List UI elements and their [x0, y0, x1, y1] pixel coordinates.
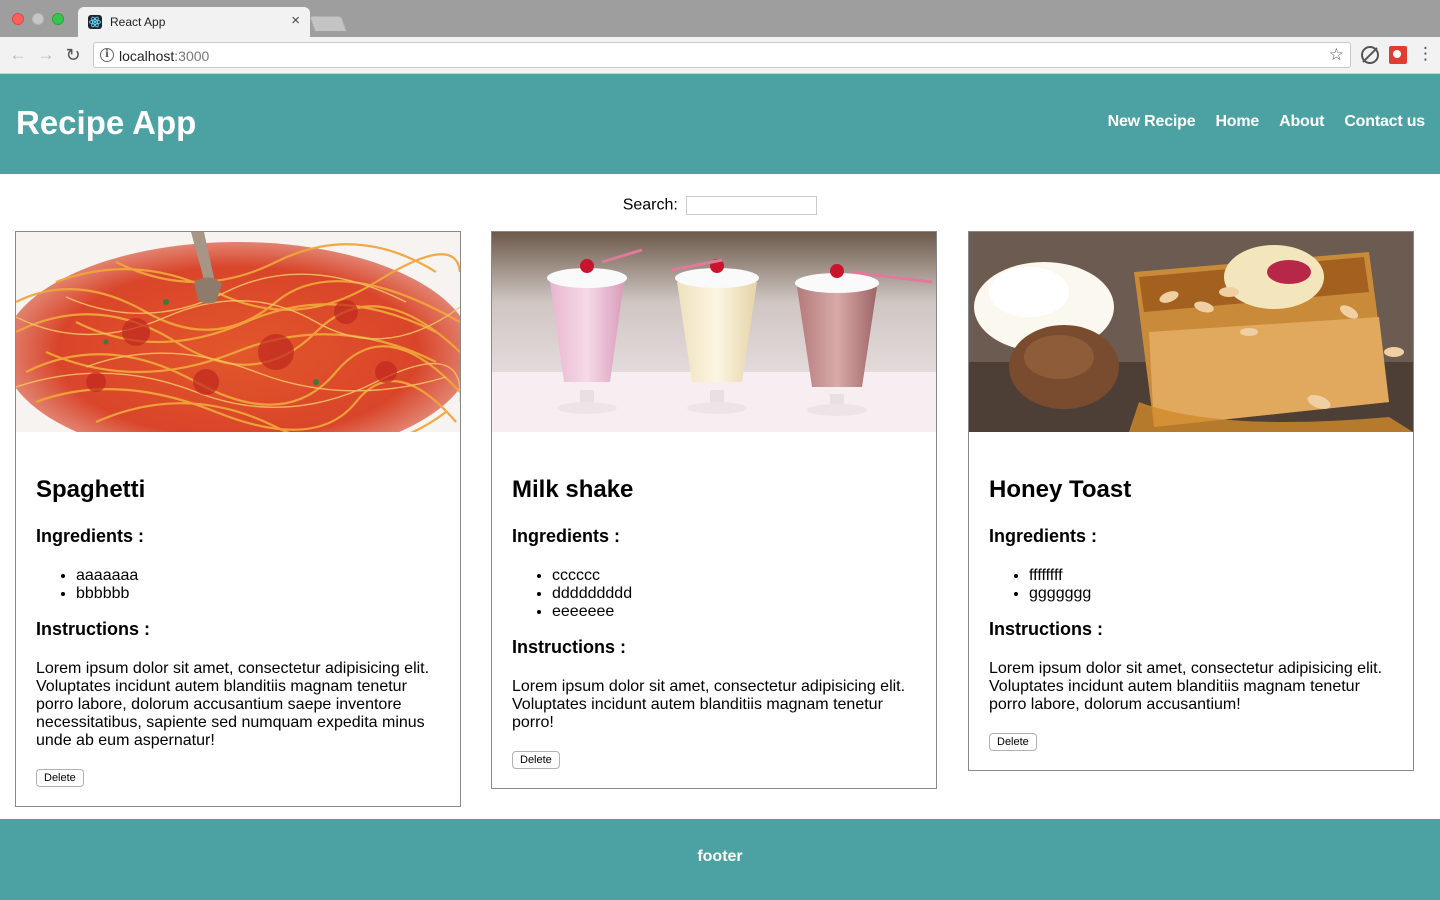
nav-about[interactable]: About: [1279, 113, 1324, 131]
browser-tabstrip: React App ×: [0, 0, 1440, 37]
recipe-title: Spaghetti: [36, 476, 146, 503]
minimize-window-button[interactable]: [32, 13, 44, 25]
recipe-title: Milk shake: [512, 476, 634, 503]
forward-arrow-icon[interactable]: →: [36, 45, 56, 65]
tab-title: React App: [110, 15, 166, 29]
ingredient-item: cccccc: [552, 567, 916, 585]
close-window-button[interactable]: [12, 13, 24, 25]
spaghetti-image: [16, 232, 460, 432]
ingredient-item: ddddddddd: [552, 585, 916, 603]
back-arrow-icon[interactable]: ←: [8, 45, 28, 65]
app-footer: footer: [0, 819, 1440, 900]
nav-home[interactable]: Home: [1215, 113, 1259, 131]
delete-button[interactable]: Delete: [36, 769, 84, 787]
ingredients-heading: Ingredients :: [989, 526, 1098, 546]
instructions-heading: Instructions :: [36, 619, 151, 639]
close-tab-icon[interactable]: ×: [291, 13, 300, 29]
reload-icon[interactable]: ↻: [63, 45, 83, 65]
extension-blocked-icon[interactable]: [1361, 46, 1379, 64]
ingredient-item: aaaaaaa: [76, 567, 440, 585]
address-bar[interactable]: i localhost:3000 ☆: [93, 42, 1351, 68]
maximize-window-button[interactable]: [52, 13, 64, 25]
card-body: Spaghetti Ingredients : aaaaaaa bbbbbb I…: [16, 432, 460, 806]
recipe-title: Honey Toast: [989, 476, 1132, 503]
ingredients-list: ffffffff ggggggg: [1029, 567, 1393, 603]
footer-text: footer: [697, 848, 743, 865]
recipe-card: Milk shake Ingredients : cccccc dddddddd…: [491, 231, 937, 789]
recipe-card: Spaghetti Ingredients : aaaaaaa bbbbbb I…: [15, 231, 461, 807]
ingredient-item: eeeeeee: [552, 603, 916, 621]
card-body: Milk shake Ingredients : cccccc dddddddd…: [492, 432, 936, 788]
app-title: Recipe App: [16, 104, 197, 141]
instructions-text: Lorem ipsum dolor sit amet, consectetur …: [512, 678, 906, 731]
extension-icon[interactable]: [1389, 46, 1407, 64]
url-text: localhost:3000: [119, 48, 210, 64]
milkshake-image: [492, 232, 936, 432]
react-logo-icon: [88, 15, 102, 29]
ingredient-item: ffffffff: [1029, 567, 1393, 585]
browser-tab[interactable]: React App ×: [78, 7, 310, 37]
search-row: Search:: [0, 196, 1440, 215]
search-label: Search:: [622, 196, 678, 214]
delete-button[interactable]: Delete: [512, 751, 560, 769]
browser-toolbar: ← → ↻ i localhost:3000 ☆ ⋮: [0, 37, 1440, 74]
ingredients-list: cccccc ddddddddd eeeeeee: [552, 567, 916, 621]
card-body: Honey Toast Ingredients : ffffffff ggggg…: [969, 432, 1413, 770]
info-icon[interactable]: i: [100, 48, 114, 62]
ingredients-heading: Ingredients :: [512, 526, 621, 546]
ingredients-list: aaaaaaa bbbbbb: [76, 567, 440, 603]
ingredient-item: ggggggg: [1029, 585, 1393, 603]
instructions-heading: Instructions :: [512, 637, 627, 657]
main-nav: New Recipe Home About Contact us: [1108, 113, 1426, 131]
instructions-text: Lorem ipsum dolor sit amet, consectetur …: [989, 660, 1383, 713]
instructions-text: Lorem ipsum dolor sit amet, consectetur …: [36, 660, 430, 749]
ingredient-item: bbbbbb: [76, 585, 440, 603]
honey-toast-image: [969, 232, 1413, 432]
search-input[interactable]: [686, 196, 818, 215]
instructions-heading: Instructions :: [989, 619, 1104, 639]
recipe-card: Honey Toast Ingredients : ffffffff ggggg…: [968, 231, 1414, 771]
nav-contact-us[interactable]: Contact us: [1344, 113, 1425, 131]
nav-new-recipe[interactable]: New Recipe: [1108, 113, 1196, 131]
ingredients-heading: Ingredients :: [36, 526, 145, 546]
new-tab-button[interactable]: [309, 16, 347, 31]
browser-menu-icon[interactable]: ⋮: [1417, 44, 1434, 64]
delete-button[interactable]: Delete: [989, 733, 1037, 751]
app-header: Recipe App New Recipe Home About Contact…: [0, 74, 1440, 174]
bookmark-star-icon[interactable]: ☆: [1329, 45, 1344, 65]
